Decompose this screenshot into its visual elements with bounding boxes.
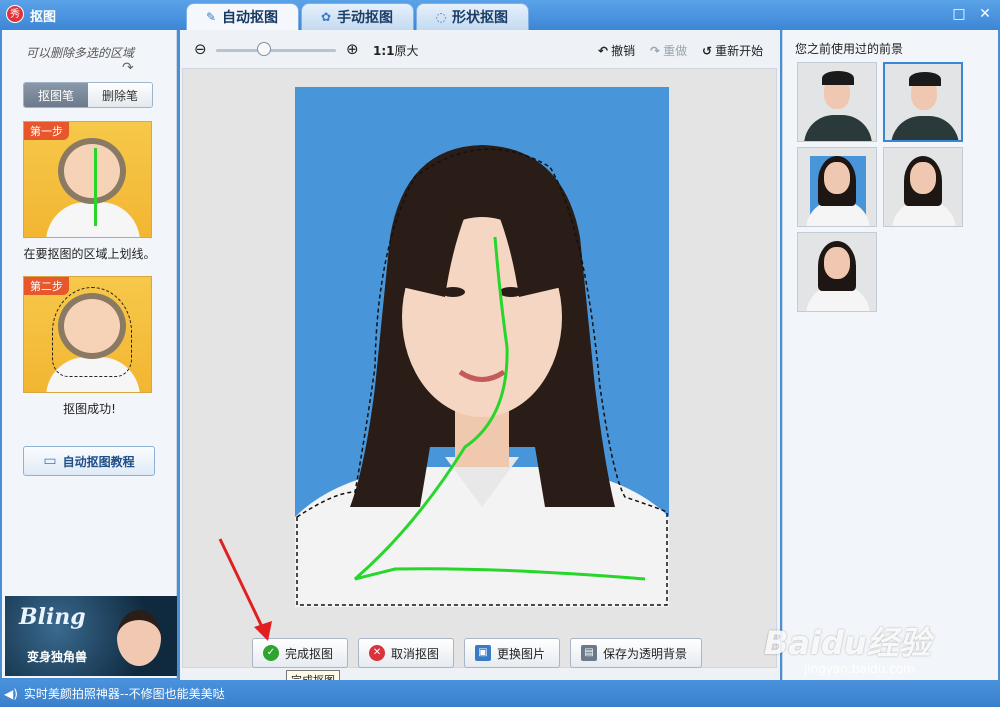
maximize-button[interactable]: □ <box>950 5 968 23</box>
tab-label: 形状抠图 <box>452 10 508 26</box>
tab-bar: ✎ 自动抠图 ✿ 手动抠图 ◌ 形状抠图 <box>186 3 531 30</box>
zoom-slider-track[interactable] <box>216 49 336 52</box>
change-label: 更换图片 <box>497 646 546 661</box>
tab-manual-cutout[interactable]: ✿ 手动抠图 <box>301 3 414 30</box>
step1-badge: 第一步 <box>24 122 69 140</box>
restart-button[interactable]: ↺ 重新开始 <box>702 42 763 59</box>
tab-label: 自动抠图 <box>222 10 278 26</box>
speaker-icon: ◀) <box>4 686 18 701</box>
app-logo-icon: 秀 <box>6 5 24 23</box>
selection-outline <box>52 287 132 377</box>
step2-badge: 第二步 <box>24 277 69 295</box>
baby-head <box>58 138 126 204</box>
undo-icon: ↶ <box>598 43 609 58</box>
zoom-out-icon[interactable]: ⊖ <box>194 40 207 58</box>
step2-image: 第二步 <box>23 276 152 393</box>
action-buttons: ✓ 完成抠图 ✕ 取消抠图 ▣ 更换图片 ▤ 保存为透明背景 <box>252 638 703 668</box>
title-bar: 秀 抠图 ✎ 自动抠图 ✿ 手动抠图 ◌ 形状抠图 □ ✕ <box>0 0 1000 30</box>
left-panel: 可以删除多选的区域 ↷ 抠图笔 删除笔 第一步 在要抠图的区域上划线。 第二步 … <box>2 30 177 678</box>
window-title: 抠图 <box>30 10 57 25</box>
pen-toggle: 抠图笔 删除笔 <box>23 82 153 108</box>
tab-shape-cutout[interactable]: ◌ 形状抠图 <box>416 3 529 30</box>
book-icon: ▭ <box>43 453 57 469</box>
foreground-thumb[interactable] <box>797 62 877 142</box>
palette-icon: ✿ <box>320 10 332 24</box>
zoom-in-icon[interactable]: ⊕ <box>346 40 359 58</box>
portrait-drawing <box>295 145 669 607</box>
save-transparent-button[interactable]: ▤ 保存为透明背景 <box>570 638 703 668</box>
restart-label: 重新开始 <box>715 44 764 58</box>
hint-text: 可以删除多选的区域 <box>26 46 135 60</box>
tab-label: 手动抠图 <box>337 10 393 26</box>
red-arrow-annotation <box>218 538 272 641</box>
right-eye <box>499 287 523 297</box>
baby-body <box>46 202 140 237</box>
cancel-cutout-button[interactable]: ✕ 取消抠图 <box>358 638 455 668</box>
foreground-thumb[interactable] <box>797 232 877 312</box>
cutout-pen-button[interactable]: 抠图笔 <box>24 83 88 107</box>
watermark-url: jingyan.baidu.com <box>804 662 915 676</box>
cancel-label: 取消抠图 <box>391 646 440 661</box>
actual-size-button[interactable]: 1:1原大 <box>373 42 419 59</box>
change-image-button[interactable]: ▣ 更换图片 <box>464 638 561 668</box>
shape-icon: ◌ <box>435 10 447 24</box>
redo-label: 重做 <box>663 44 688 58</box>
erase-pen-button[interactable]: 删除笔 <box>88 83 152 107</box>
portrait-photo[interactable] <box>295 87 669 607</box>
tutorial-label: 自动抠图教程 <box>62 454 135 469</box>
watermark-logo: Baidu经验 <box>764 624 931 662</box>
promo-subtitle: 变身独角兽 <box>27 650 88 664</box>
stroke-line <box>94 148 97 226</box>
promo-banner[interactable]: Bling 变身独角兽 <box>5 596 177 676</box>
brush-icon: ✎ <box>205 10 217 24</box>
ratio-label: 原大 <box>394 44 419 58</box>
cancel-icon: ✕ <box>369 645 386 661</box>
check-icon: ✓ <box>263 645 279 661</box>
history-title: 您之前使用过的前景 <box>795 42 904 56</box>
step1-image: 第一步 <box>23 121 152 238</box>
right-panel: 您之前使用过的前景 <box>782 30 998 680</box>
zoom-slider-handle[interactable] <box>257 42 271 56</box>
tab-auto-cutout[interactable]: ✎ 自动抠图 <box>186 3 299 30</box>
promo-portrait <box>117 610 161 666</box>
close-button[interactable]: ✕ <box>976 5 994 23</box>
undo-button[interactable]: ↶ 撤销 <box>598 42 635 59</box>
step2-caption: 抠图成功! <box>63 402 116 416</box>
undo-label: 撤销 <box>611 44 636 58</box>
watermark: Baidu经验 jingyan.baidu.com <box>764 600 984 686</box>
zoom-toolbar: ⊖ ⊕ 1:1原大 ↶ 撤销 ↷ 重做 ↺ 重新开始 <box>180 30 780 68</box>
foreground-thumb[interactable] <box>797 147 877 227</box>
promo-title: Bling <box>19 604 86 630</box>
ratio-value: 1:1 <box>373 44 395 58</box>
tutorial-button[interactable]: ▭ 自动抠图教程 <box>23 446 155 476</box>
image-icon: ▣ <box>475 645 492 661</box>
foreground-thumb[interactable] <box>883 147 963 227</box>
step1-caption: 在要抠图的区域上划线。 <box>23 247 156 261</box>
left-eye <box>441 287 465 297</box>
redo-button[interactable]: ↷ 重做 <box>650 42 687 59</box>
save-icon: ▤ <box>581 645 598 661</box>
redo-icon: ↷ <box>650 43 661 58</box>
status-text: 实时美颜拍照神器--不修图也能美美哒 <box>23 687 225 701</box>
restart-icon: ↺ <box>702 43 713 58</box>
curved-arrow-icon: ↷ <box>122 60 134 76</box>
save-label: 保存为透明背景 <box>603 646 688 661</box>
editor-area: ⊖ ⊕ 1:1原大 ↶ 撤销 ↷ 重做 ↺ 重新开始 ✓ 完成抠图 ✕ 取消抠图… <box>180 30 780 690</box>
foreground-thumb-selected[interactable] <box>883 62 963 142</box>
finish-label: 完成抠图 <box>285 646 334 661</box>
